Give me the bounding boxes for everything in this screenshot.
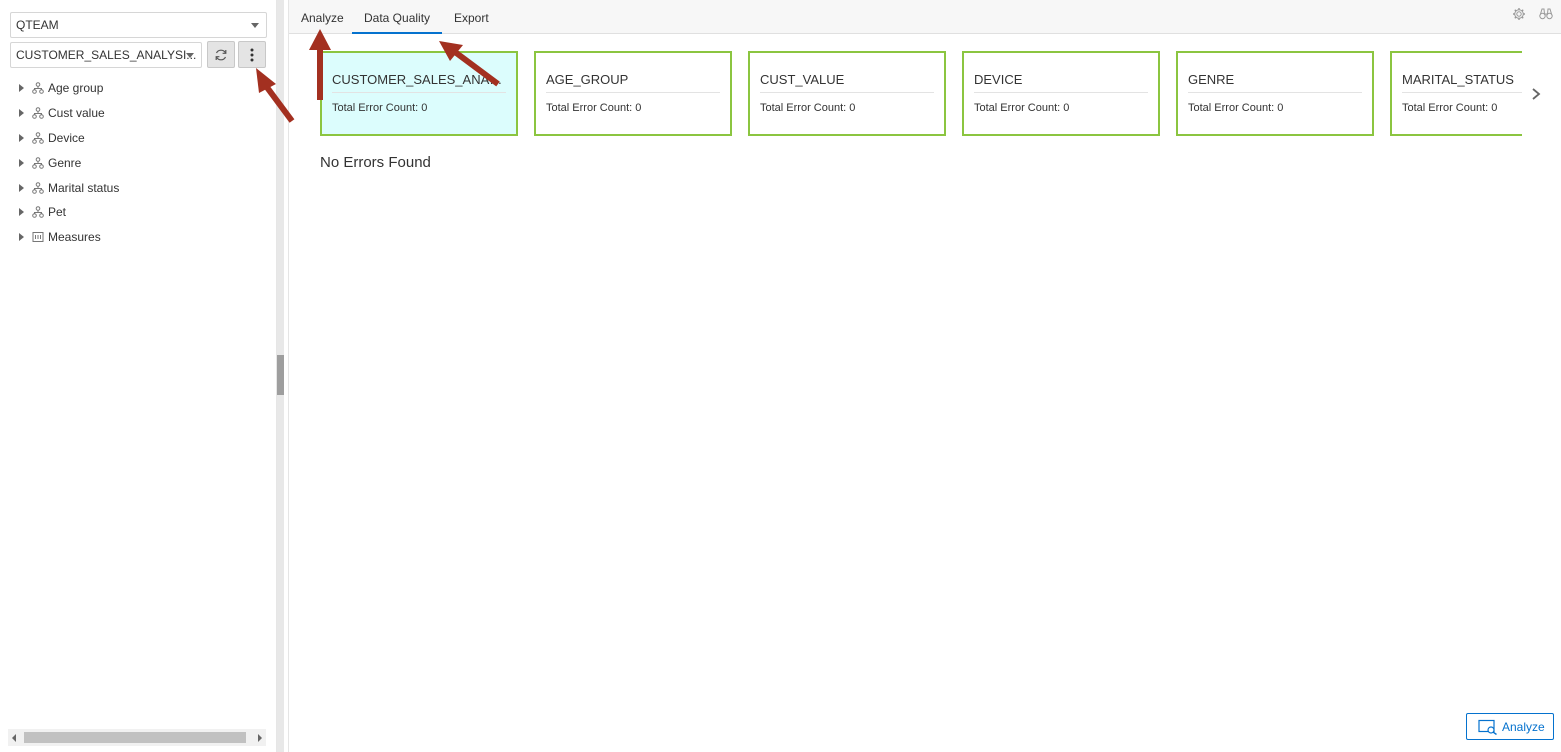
card-title: CUST_VALUE (760, 72, 934, 93)
tree-item-label: Pet (48, 205, 67, 220)
main-panel: Analyze Data Quality Export CUSTOMER_SAL… (288, 0, 1561, 752)
gear-icon[interactable] (1512, 7, 1526, 21)
tree-item-label: Cust value (48, 106, 105, 121)
hierarchy-icon (32, 132, 44, 144)
tree-item-device[interactable]: Device (0, 126, 277, 151)
tab-analyze[interactable]: Analyze (289, 0, 356, 34)
model-select-value: CUSTOMER_SALES_ANALYSI... (16, 48, 197, 62)
card-error-count: Total Error Count: 0 (760, 102, 856, 114)
tree-item-label: Genre (48, 155, 82, 170)
card-cust-value[interactable]: CUST_VALUE Total Error Count: 0 (748, 51, 946, 136)
card-error-count: Total Error Count: 0 (546, 102, 642, 114)
more-options-button[interactable] (238, 41, 266, 68)
tree-item-age-group[interactable]: Age group (0, 76, 277, 101)
horizontal-scrollbar[interactable] (8, 729, 266, 746)
tree-item-genre[interactable]: Genre (0, 150, 277, 175)
tab-label: Export (454, 11, 489, 25)
dimension-cards: CUSTOMER_SALES_ANALYSIS Total Error Coun… (320, 51, 1522, 137)
measures-icon (32, 232, 44, 243)
model-select[interactable]: CUSTOMER_SALES_ANALYSI... (10, 42, 202, 68)
expand-icon[interactable] (19, 84, 24, 93)
card-device[interactable]: DEVICE Total Error Count: 0 (962, 51, 1160, 136)
tree-item-label: Device (48, 130, 85, 145)
card-title: GENRE (1188, 72, 1362, 93)
no-errors-message: No Errors Found (320, 154, 431, 171)
expand-icon[interactable] (19, 109, 24, 118)
tab-export[interactable]: Export (442, 0, 501, 34)
scrollbar-thumb[interactable] (24, 732, 246, 743)
splitter-handle[interactable] (277, 355, 284, 395)
scroll-left-icon[interactable] (12, 734, 16, 742)
scroll-right-icon[interactable] (258, 734, 262, 742)
analyze-button-label: Analyze (1502, 719, 1545, 734)
analyze-button[interactable]: Analyze (1466, 713, 1554, 740)
card-error-count: Total Error Count: 0 (1188, 102, 1284, 114)
tree-item-marital-status[interactable]: Marital status (0, 175, 277, 200)
tree-item-cust-value[interactable]: Cust value (0, 101, 277, 126)
refresh-button[interactable] (207, 41, 235, 68)
panel-splitter[interactable] (277, 0, 284, 752)
tree-item-pet[interactable]: Pet (0, 200, 277, 225)
tab-data-quality[interactable]: Data Quality (352, 0, 443, 34)
binoculars-icon[interactable] (1539, 7, 1553, 21)
dimension-tree: Age group Cust value Device Genre Marita… (0, 76, 277, 250)
hierarchy-icon (32, 181, 44, 194)
tab-label: Analyze (301, 11, 344, 25)
card-age-group[interactable]: AGE_GROUP Total Error Count: 0 (534, 51, 732, 136)
left-panel: QTEAM CUSTOMER_SALES_ANALYSI... Age grou… (0, 0, 277, 752)
card-genre[interactable]: GENRE Total Error Count: 0 (1176, 51, 1374, 136)
card-title: CUSTOMER_SALES_ANALYSIS (332, 72, 506, 93)
tree-item-label: Measures (48, 230, 101, 245)
tree-item-label: Marital status (48, 180, 120, 195)
analyze-icon (1478, 719, 1497, 735)
expand-icon[interactable] (19, 158, 24, 167)
card-marital-status[interactable]: MARITAL_STATUS Total Error Count: 0 (1390, 51, 1522, 136)
card-customer-sales-analysis[interactable]: CUSTOMER_SALES_ANALYSIS Total Error Coun… (320, 51, 518, 136)
tab-label: Data Quality (364, 11, 431, 25)
chevron-down-icon (251, 23, 259, 28)
schema-select[interactable]: QTEAM (10, 12, 267, 38)
card-title: MARITAL_STATUS (1402, 72, 1522, 93)
tab-bar: Analyze Data Quality Export (289, 0, 1561, 34)
more-vertical-icon (250, 48, 254, 61)
hierarchy-icon (32, 156, 44, 169)
card-error-count: Total Error Count: 0 (974, 102, 1070, 114)
expand-icon[interactable] (19, 183, 24, 192)
expand-icon[interactable] (19, 233, 24, 242)
chevron-right-icon[interactable] (1530, 86, 1542, 102)
card-title: DEVICE (974, 72, 1148, 93)
hierarchy-icon (32, 82, 44, 95)
card-error-count: Total Error Count: 0 (332, 102, 428, 114)
tree-item-measures[interactable]: Measures (0, 225, 277, 250)
refresh-icon (215, 49, 227, 60)
expand-icon[interactable] (19, 208, 24, 217)
hierarchy-icon (32, 107, 44, 119)
schema-select-value: QTEAM (16, 18, 59, 32)
card-title: AGE_GROUP (546, 72, 720, 93)
card-error-count: Total Error Count: 0 (1402, 102, 1498, 114)
expand-icon[interactable] (19, 133, 24, 142)
chevron-down-icon (186, 53, 194, 58)
tree-item-label: Age group (48, 81, 104, 96)
hierarchy-icon (32, 206, 44, 219)
